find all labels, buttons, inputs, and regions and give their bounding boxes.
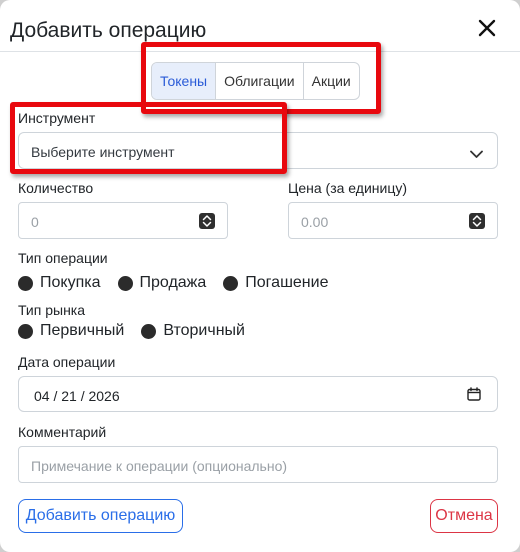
radio-dot [223,275,239,291]
radio-dot [18,275,33,291]
radio-dot [141,323,157,339]
modal-header: Добавить операцию [0,0,520,52]
quantity-placeholder: 0 [31,214,39,230]
radio-redemption[interactable]: Погашение [223,274,328,292]
instrument-select-value: Выберите инструмент [31,144,175,160]
quantity-input[interactable]: 0 [18,202,228,239]
market-type-label: Тип рынка [18,302,86,318]
tab-bonds[interactable]: Облигации [215,63,303,99]
radio-primary-label: Первичный [40,322,125,339]
radio-buy-label: Покупка [40,274,101,291]
add-operation-button[interactable]: Добавить операцию [18,499,183,533]
radio-dot [117,275,133,291]
tab-stocks[interactable]: Акции [302,63,359,99]
radio-dot [18,323,33,339]
radio-redemption-label: Погашение [245,274,329,291]
cancel-button[interactable]: Отмена [430,499,498,533]
quantity-label: Количество [18,180,94,196]
add-operation-modal: Добавить операцию Токены Облигации Акции… [0,0,520,552]
tab-tokens[interactable]: Токены [152,63,216,99]
operation-date-input[interactable]: 04 / 21 / 2026 [18,376,498,412]
price-placeholder: 0.00 [301,214,329,230]
comment-label: Комментарий [18,424,107,440]
instrument-label: Инструмент [18,110,96,126]
comment-placeholder: Примечание к операции (опционально) [31,458,288,474]
radio-primary[interactable]: Первичный [18,322,124,340]
operation-type-label: Тип операции [18,250,108,266]
radio-sell[interactable]: Продажа [117,274,207,292]
operation-date-value: 04 / 21 / 2026 [34,388,120,404]
radio-buy[interactable]: Покупка [18,274,101,292]
chevron-down-icon [470,146,483,164]
radio-sell-label: Продажа [139,274,207,291]
radio-secondary-label: Вторичный [163,322,245,339]
operation-date-label: Дата операции [18,354,116,370]
modal-title: Добавить операцию [10,19,207,42]
price-label: Цена (за единицу) [288,180,408,196]
instrument-select[interactable]: Выберите инструмент [18,132,498,169]
instrument-type-tabs: Токены Облигации Акции [151,62,360,100]
calendar-icon[interactable] [467,387,481,406]
price-stepper-icon[interactable] [469,213,485,229]
radio-secondary[interactable]: Вторичный [141,322,245,340]
operation-type-group: Покупка Продажа Погашение [18,274,345,292]
comment-input[interactable]: Примечание к операции (опционально) [18,446,498,483]
market-type-group: Первичный Вторичный [18,322,262,340]
close-icon[interactable] [478,19,496,37]
price-input[interactable]: 0.00 [288,202,498,239]
quantity-stepper-icon[interactable] [199,213,215,229]
